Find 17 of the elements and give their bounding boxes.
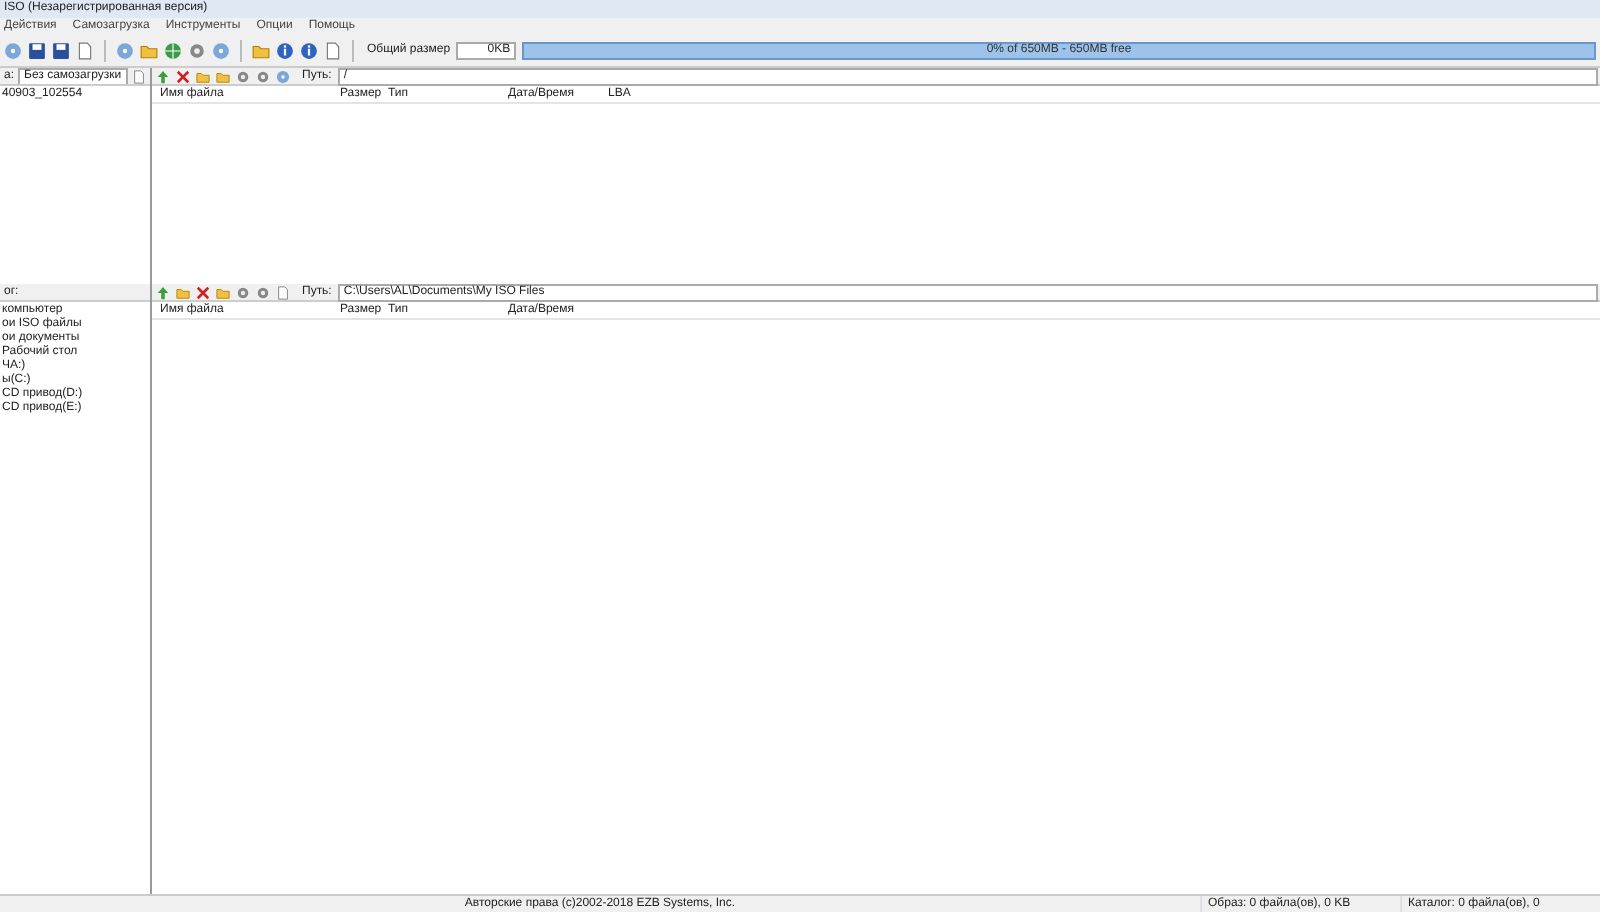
disc-icon[interactable] bbox=[116, 42, 134, 60]
disc-icon[interactable] bbox=[212, 42, 230, 60]
info-icon[interactable] bbox=[276, 42, 294, 60]
disc-icon[interactable] bbox=[4, 42, 22, 60]
arrow-up-icon[interactable] bbox=[156, 69, 170, 83]
disc-icon[interactable] bbox=[276, 69, 290, 83]
page-icon[interactable] bbox=[324, 42, 342, 60]
folder-icon[interactable] bbox=[252, 42, 270, 60]
arrow-up-icon[interactable] bbox=[156, 285, 170, 299]
info-icon[interactable] bbox=[300, 42, 318, 60]
delete-icon[interactable] bbox=[196, 285, 210, 299]
folder-icon[interactable] bbox=[140, 42, 158, 60]
page-icon[interactable] bbox=[76, 42, 94, 60]
globe-icon[interactable] bbox=[164, 42, 182, 60]
floppy-icon[interactable] bbox=[52, 42, 70, 60]
delete-icon[interactable] bbox=[176, 69, 190, 83]
floppy-icon[interactable] bbox=[28, 42, 46, 60]
